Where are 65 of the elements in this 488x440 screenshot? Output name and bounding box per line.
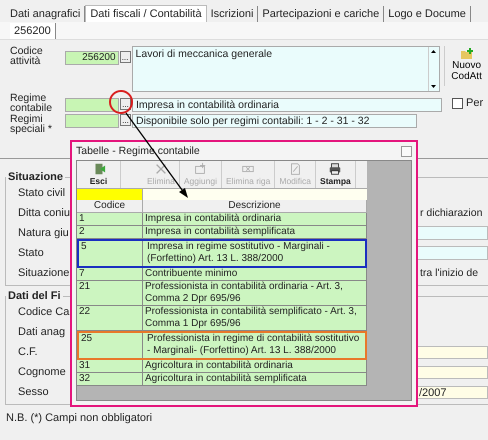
code-field[interactable]: 256200: [64, 51, 119, 65]
field-label: tra l'inizio de: [420, 267, 480, 279]
table-cell: Professionista in contabilità ordinaria - Art. 3, Comma 2 Dpr 695/96: [143, 281, 367, 306]
field-label: Regimi speciali *: [10, 114, 54, 134]
filter-field[interactable]: [143, 189, 367, 200]
add-icon: [192, 162, 208, 176]
checkbox-label: Per: [466, 97, 484, 109]
field-label: Stato civil: [17, 187, 66, 199]
column-header: Descrizione: [143, 200, 367, 213]
field-value: Lavori di meccanica generale: [134, 47, 274, 62]
table-cell: Impresa in contabilità ordinaria: [143, 213, 367, 226]
browse-button[interactable]: ...: [120, 98, 131, 110]
table-cell: Impresa in regime sostitutivo - Marginali - (Forfettino) Art. 13 L. 388/2000: [143, 239, 367, 268]
column-header: Codice: [77, 200, 143, 213]
table-cell: 1: [77, 213, 143, 226]
field-label: Codice Ca: [17, 306, 70, 318]
field-label: r dichiarazion: [420, 207, 484, 219]
table-cell: 21: [77, 281, 143, 306]
footnote: N.B. (*) Campi non obbligatori: [5, 411, 154, 424]
field-label: Regime contabile: [10, 93, 54, 113]
input-field[interactable]: [416, 366, 488, 378]
close-button[interactable]: [401, 146, 412, 156]
table-cell: 32: [77, 373, 143, 386]
table-cell: Impresa in contabilità semplificata: [143, 226, 367, 239]
field-label: Ditta coniu: [17, 207, 70, 219]
code-field[interactable]: [65, 98, 119, 112]
tab[interactable]: 256200: [10, 23, 56, 39]
table-cell: 22: [77, 306, 143, 331]
table-cell: Professionista in regime di contabilità sostitutivo - Marginali- (Forfettino) Art. 13 L. 388/2000: [143, 331, 367, 360]
highlight-circle: [109, 90, 133, 114]
table-cell: 7: [77, 268, 143, 281]
checkbox[interactable]: [452, 98, 463, 108]
field-label: Codice attività: [10, 46, 44, 66]
tab[interactable]: Dati fiscali / Contabilità: [85, 5, 207, 22]
field-label: Natura giu: [17, 227, 69, 239]
table-cell: Agricoltura in contabilità semplificata: [143, 373, 367, 386]
group-title: Situazione: [7, 171, 64, 183]
field-label: Sesso: [17, 386, 49, 398]
folder-add-icon: [460, 48, 474, 60]
group-title: Dati del Fi: [7, 290, 62, 302]
table-cell: 5: [77, 239, 143, 268]
field-label: Dati anag: [17, 326, 66, 338]
table-cell: 31: [77, 360, 143, 373]
field-label: Stato: [17, 247, 44, 259]
table-cell: Agricoltura in contabilità ordinaria: [143, 360, 367, 373]
highlighted-row[interactable]: 5 Impresa in regime sostitutivo - Marginali - (Forfettino) Art. 13 L. 388/2000: [77, 239, 367, 268]
table-cell: 2: [77, 226, 143, 239]
field-label: Cognome: [17, 366, 66, 378]
description-field[interactable]: Lavori di meccanica generale: [132, 46, 440, 92]
table-cell: Contribuente minimo: [143, 268, 367, 281]
input-field[interactable]: /2007: [416, 386, 488, 398]
description-field[interactable]: Disponibile solo per regimi contabili: 1 - 2 - 31 - 32: [132, 114, 417, 128]
browse-button[interactable]: ...: [120, 114, 131, 126]
filter-field[interactable]: [77, 189, 143, 200]
table-cell: Professionista in contabilità semplificato - Art. 3, Comma 1 Dpr 695/96: [143, 306, 367, 331]
code-field[interactable]: [65, 114, 119, 128]
dialog-title: Tabelle - Regime contabile: [76, 145, 200, 157]
highlighted-row[interactable]: 25 Professionista in regime di contabilità sostitutivo - Marginali- (Forfettino) Art. 13 L. 388/2000: [77, 331, 367, 360]
field-label: Situazione: [17, 267, 70, 279]
description-field[interactable]: Impresa in contabilità ordinaria: [132, 98, 442, 112]
browse-button[interactable]: ...: [120, 51, 131, 63]
printer-icon: [327, 162, 344, 176]
table-cell: 25: [77, 331, 143, 360]
field-label: C.F.: [17, 346, 38, 358]
input-field[interactable]: [416, 346, 488, 358]
